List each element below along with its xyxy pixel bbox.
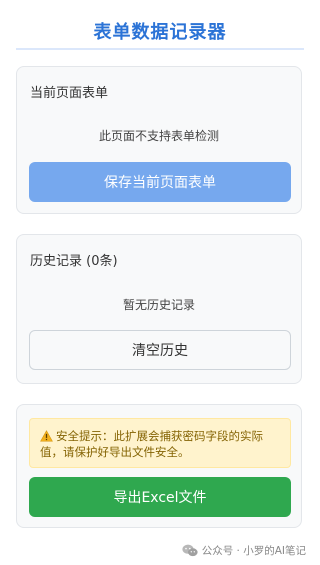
- header: 表单数据记录器: [16, 0, 304, 50]
- warning-icon: [40, 430, 53, 442]
- history-card: 历史记录 (0条) 暂无历史记录 清空历史: [16, 234, 302, 384]
- form-detection-message: 此页面不支持表单检测: [98, 129, 219, 143]
- current-form-card: 当前页面表单 此页面不支持表单检测 保存当前页面表单: [16, 66, 302, 214]
- page-title: 表单数据记录器: [93, 22, 227, 43]
- security-warning-text: 安全提示：此扩展会捕获密码字段的实际值，请保护好导出文件安全。: [40, 429, 263, 459]
- security-warning: 安全提示：此扩展会捕获密码字段的实际值，请保护好导出文件安全。: [29, 418, 291, 468]
- current-form-title: 当前页面表单: [30, 86, 109, 101]
- save-form-button[interactable]: 保存当前页面表单: [29, 162, 291, 202]
- history-title: 历史记录 (0条): [30, 254, 118, 269]
- watermark: 公众号 · 小罗的AI笔记: [182, 543, 306, 558]
- export-card: 安全提示：此扩展会捕获密码字段的实际值，请保护好导出文件安全。 导出Excel文…: [16, 404, 302, 528]
- export-excel-button[interactable]: 导出Excel文件: [29, 477, 291, 517]
- history-empty-message: 暂无历史记录: [122, 298, 195, 312]
- wechat-icon: [182, 544, 198, 557]
- watermark-text: 公众号 · 小罗的AI笔记: [201, 545, 306, 557]
- clear-history-button[interactable]: 清空历史: [29, 330, 291, 370]
